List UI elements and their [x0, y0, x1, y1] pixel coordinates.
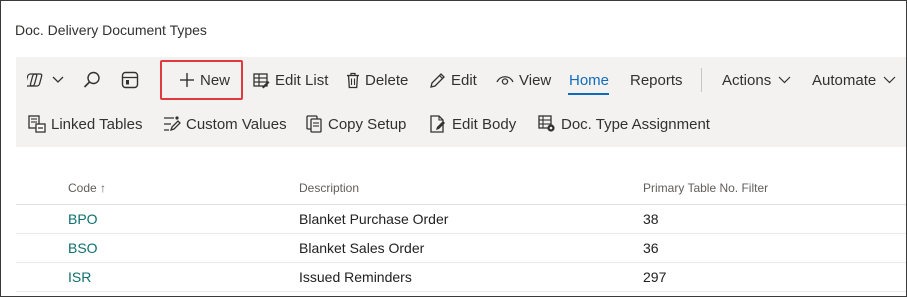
home-label: Home: [569, 71, 610, 89]
primary-table-filter-cell: 297: [643, 269, 667, 285]
filter-pane-button[interactable]: [27, 57, 64, 103]
linked-tables-icon: [28, 115, 46, 133]
view-label: View: [519, 71, 552, 89]
table-header: Code ↑ Description Primary Table No. Fil…: [16, 171, 906, 205]
copy-icon: [306, 115, 323, 133]
action-bar: New Edit List Delete Edit View Home Repo…: [16, 57, 906, 147]
page-frame: Doc. Delivery Document Types New Edit Li…: [0, 0, 907, 297]
tab-reports[interactable]: Reports: [630, 57, 683, 103]
search-button[interactable]: [82, 57, 102, 103]
copy-setup-button[interactable]: Copy Setup: [306, 103, 406, 145]
edit-list-label: Edit List: [275, 71, 329, 89]
edit-body-icon: [430, 115, 447, 133]
doc-type-assignment-icon: [538, 115, 556, 133]
analysis-mode-icon: [121, 71, 139, 89]
reports-label: Reports: [630, 71, 683, 89]
delete-label: Delete: [365, 71, 409, 89]
table-row[interactable]: ISR Issued Reminders 297: [16, 263, 906, 292]
custom-values-button[interactable]: Custom Values: [163, 103, 287, 145]
code-link[interactable]: BPO: [68, 211, 98, 227]
column-header-code[interactable]: Code ↑: [68, 181, 106, 195]
code-link[interactable]: ISR: [68, 269, 91, 285]
new-label: New: [200, 71, 231, 89]
actions-menu[interactable]: Actions: [722, 57, 791, 103]
chevron-down-icon: [883, 76, 896, 84]
column-header-description[interactable]: Description: [299, 181, 359, 195]
table-row[interactable]: BPO Blanket Purchase Order 38: [16, 205, 906, 234]
plus-icon: [179, 72, 195, 88]
new-button[interactable]: New: [179, 57, 230, 103]
analysis-mode-button[interactable]: [121, 57, 139, 103]
action-bar-top-row: New Edit List Delete Edit View Home Repo…: [16, 57, 906, 103]
view-button[interactable]: View: [496, 57, 551, 103]
filter-pane-icon: [27, 71, 47, 89]
automate-menu[interactable]: Automate: [812, 57, 896, 103]
edit-body-label: Edit Body: [452, 115, 517, 133]
primary-table-filter-cell: 38: [643, 211, 659, 227]
column-header-primary-table-filter[interactable]: Primary Table No. Filter: [643, 181, 768, 195]
table-row[interactable]: BSO Blanket Sales Order 36: [16, 234, 906, 263]
delete-button[interactable]: Delete: [346, 57, 408, 103]
trash-icon: [346, 72, 360, 89]
eye-icon: [496, 73, 514, 87]
actions-label: Actions: [722, 71, 772, 89]
chevron-down-icon: [52, 76, 64, 84]
linked-tables-button[interactable]: Linked Tables: [28, 103, 142, 145]
action-bar-home-row: Linked Tables Custom Values Copy Setup E…: [16, 103, 906, 145]
primary-table-filter-cell: 36: [643, 240, 659, 256]
description-cell: Blanket Purchase Order: [299, 211, 449, 227]
custom-values-icon: [163, 115, 181, 133]
custom-values-label: Custom Values: [186, 115, 287, 133]
description-cell: Blanket Sales Order: [299, 240, 425, 256]
code-link[interactable]: BSO: [68, 240, 98, 256]
copy-setup-label: Copy Setup: [328, 115, 407, 133]
edit-body-button[interactable]: Edit Body: [430, 103, 516, 145]
description-cell: Issued Reminders: [299, 269, 412, 285]
tab-home[interactable]: Home: [569, 57, 609, 103]
automate-label: Automate: [812, 71, 877, 89]
edit-list-icon: [253, 72, 270, 89]
linked-tables-label: Linked Tables: [51, 115, 143, 133]
toolbar-divider: [701, 68, 702, 92]
page-title: Doc. Delivery Document Types: [15, 22, 207, 38]
edit-label: Edit: [451, 71, 477, 89]
edit-button[interactable]: Edit: [429, 57, 477, 103]
active-tab-indicator: [568, 93, 609, 95]
pencil-icon: [429, 72, 446, 89]
edit-list-button[interactable]: Edit List: [253, 57, 328, 103]
doc-type-assignment-label: Doc. Type Assignment: [561, 115, 710, 133]
sort-ascending-icon: ↑: [100, 181, 107, 195]
search-icon: [82, 70, 102, 90]
chevron-down-icon: [778, 76, 791, 84]
doc-type-assignment-button[interactable]: Doc. Type Assignment: [538, 103, 710, 145]
